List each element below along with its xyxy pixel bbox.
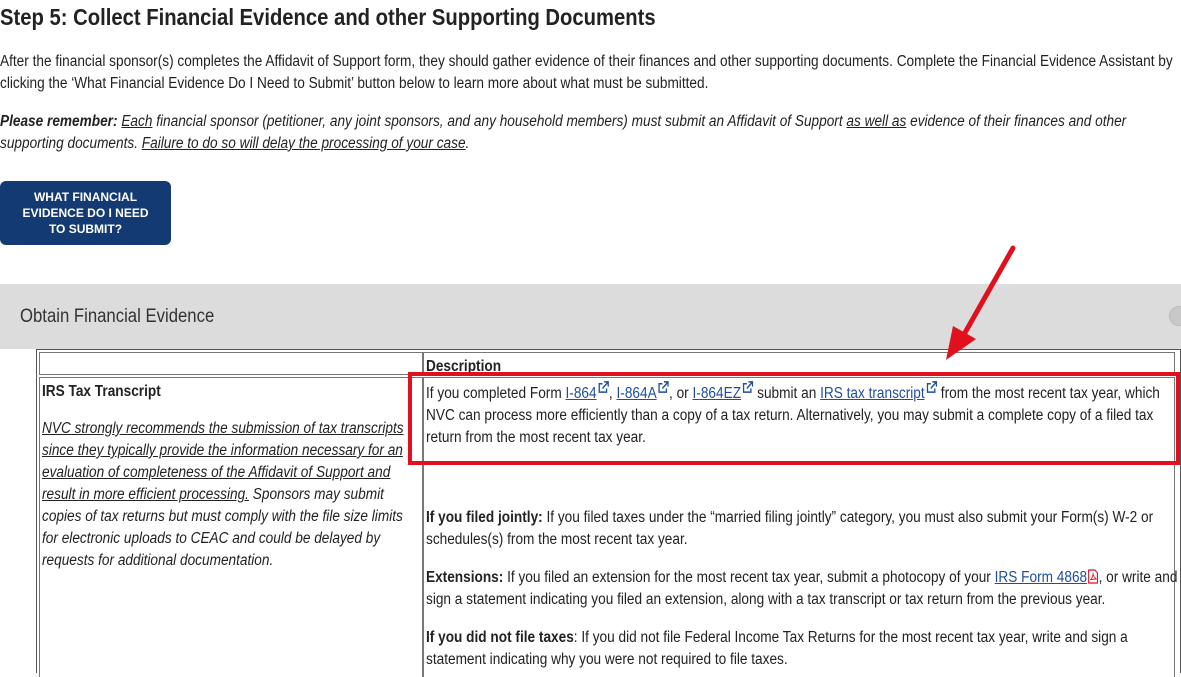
what-financial-evidence-button[interactable]: WHAT FINANCIAL EVIDENCE DO I NEED TO SUB… [0,181,171,245]
pdf-icon [1088,569,1099,584]
accordion-toggle-icon[interactable] [1169,306,1181,326]
table-header-cell-description: Description [423,352,1175,375]
link-irs-tax-transcript[interactable]: IRS tax transcript [820,385,925,402]
link-i864a[interactable]: I-864A [617,385,657,402]
reminder-failure: Failure to do so will delay the processi… [141,135,466,152]
reminder-lead: Please remember: [0,113,118,130]
description-filed-jointly: If you filed jointly: If you filed taxes… [426,507,1181,551]
desc1-mid: submit an [753,385,821,402]
description-extensions: Extensions: If you filed an extension fo… [426,567,1181,611]
reminder-as-well-as: as well as [846,113,907,130]
page-title: Step 5: Collect Financial Evidence and o… [0,4,656,30]
accordion-obtain-financial-evidence[interactable]: Obtain Financial Evidence [0,284,1181,349]
accordion-title: Obtain Financial Evidence [20,306,215,327]
table-header-description: Description [426,358,502,375]
description-transcript: If you completed Form I-864, I-864A, or … [426,381,1181,449]
desc1-sep2: , or [669,385,693,402]
external-link-icon [742,381,754,393]
table-row-description-cell: If you completed Form I-864, I-864A, or … [423,377,1177,677]
reminder-paragraph: Please remember: Each financial sponsor … [0,111,1179,155]
reminder-each: Each [121,113,153,130]
filed-jointly-lead: If you filed jointly: [426,509,543,526]
desc1-pre: If you completed Form [426,385,566,402]
table-header-cell-empty [39,352,423,375]
financial-evidence-table: Description IRS Tax Transcript NVC stron… [36,349,1181,677]
reminder-text-a: financial sponsor (petitioner, any joint… [152,113,847,130]
table-row-label-cell: IRS Tax Transcript NVC strongly recommen… [39,377,423,677]
link-i864ez[interactable]: I-864EZ [693,385,742,402]
extensions-pre: If you filed an extension for the most r… [503,569,995,586]
link-i864[interactable]: I-864 [565,385,596,402]
external-link-icon [598,381,609,393]
irs-tax-transcript-note: NVC strongly recommends the submission o… [42,418,419,572]
intro-line-1: After the financial sponsor(s) completes… [0,53,1173,70]
did-not-file-lead: If you did not file taxes [426,629,574,646]
external-link-icon [926,381,937,393]
extensions-lead: Extensions: [426,569,504,586]
intro-paragraph: After the financial sponsor(s) completes… [0,51,1179,95]
link-irs-form-4868[interactable]: IRS Form 4868 [995,569,1087,586]
irs-tax-transcript-label: IRS Tax Transcript [42,383,161,400]
description-did-not-file: If you did not file taxes: If you did no… [426,627,1181,671]
external-link-icon [658,381,669,393]
reminder-end: . [465,135,470,152]
intro-line-2: clicking the ‘What Financial Evidence Do… [0,75,709,92]
